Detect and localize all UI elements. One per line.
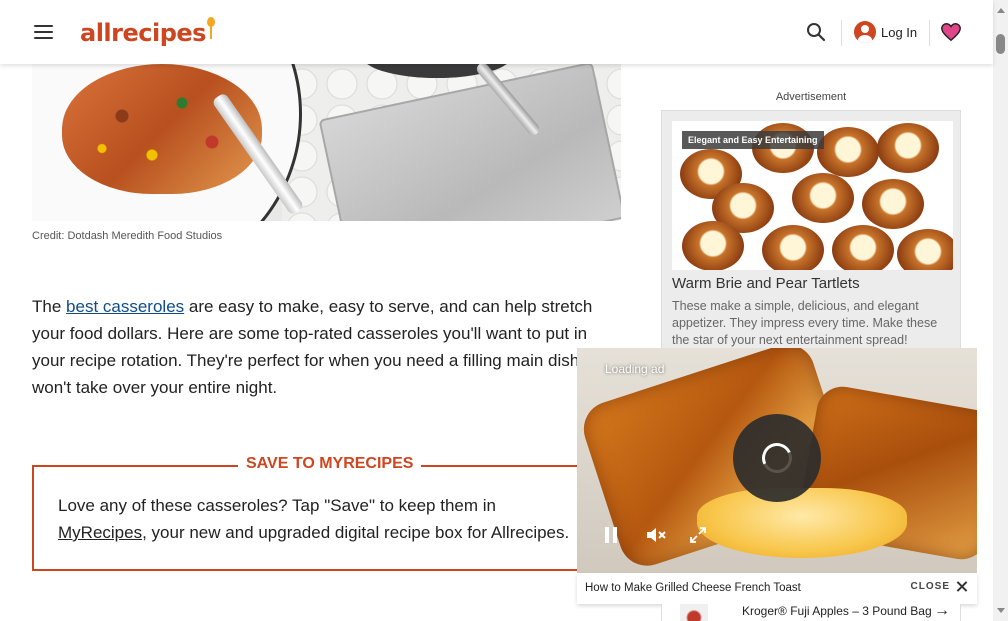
tart xyxy=(817,127,879,177)
scrollbar[interactable] xyxy=(993,0,1008,621)
loading-spinner[interactable] xyxy=(733,414,821,502)
tart xyxy=(862,179,924,229)
tart xyxy=(897,229,953,270)
tart xyxy=(792,173,854,223)
save-text: Love any of these casseroles? Tap "Save"… xyxy=(58,496,496,515)
arrow-right-icon[interactable]: → xyxy=(934,602,950,620)
search-icon[interactable] xyxy=(806,22,826,42)
myrecipes-link[interactable]: MyRecipes xyxy=(58,523,142,542)
scroll-down-icon[interactable] xyxy=(997,608,1005,613)
site-logo[interactable]: allrecipes xyxy=(80,17,215,47)
user-icon xyxy=(854,21,876,43)
product-ad[interactable]: Kroger® Fuji Apples – 3 Pound Bag → xyxy=(661,602,961,621)
scroll-thumb[interactable] xyxy=(996,34,1005,54)
ad-image[interactable]: Elegant and Easy Entertaining xyxy=(672,121,953,270)
login-label: Log In xyxy=(881,24,918,40)
intro-text: The xyxy=(32,297,67,316)
site-header: allrecipes Log In xyxy=(0,0,993,64)
video-player[interactable]: Loading ad xyxy=(577,348,977,573)
save-box-title: SAVE TO MYRECIPES xyxy=(238,455,422,473)
loading-ad-text: Loading ad xyxy=(605,362,665,376)
product-thumbnail xyxy=(680,604,708,621)
save-text: , your new and upgraded digital recipe b… xyxy=(142,523,570,542)
header-divider xyxy=(841,20,842,46)
image-credit: Credit: Dotdash Meredith Food Studios xyxy=(32,230,223,242)
heart-icon[interactable] xyxy=(940,21,962,43)
close-icon xyxy=(956,581,967,592)
video-footer: How to Make Grilled Cheese French Toast … xyxy=(577,573,977,604)
scroll-up-icon[interactable] xyxy=(997,8,1005,13)
melted-cheese xyxy=(697,488,907,558)
login-button[interactable]: Log In xyxy=(854,21,917,43)
tart xyxy=(832,225,894,270)
page: allrecipes Log In Credit: Dotdash Meredi… xyxy=(0,0,1008,621)
close-label: CLOSE xyxy=(910,581,950,592)
logo-text: allrecipes xyxy=(80,19,206,47)
expand-icon[interactable] xyxy=(689,526,707,544)
tart xyxy=(682,221,744,270)
hero-image xyxy=(32,64,621,221)
tart xyxy=(762,225,824,270)
advertisement-label: Advertisement xyxy=(775,91,847,103)
spinner-icon xyxy=(757,438,797,478)
ad-title[interactable]: Warm Brie and Pear Tartlets xyxy=(672,275,860,292)
header-divider xyxy=(929,20,930,46)
ad-description: These make a simple, delicious, and eleg… xyxy=(672,299,938,347)
best-casseroles-link[interactable]: best casseroles xyxy=(66,297,184,316)
product-name: Kroger® Fuji Apples – 3 Pound Bag xyxy=(742,604,932,618)
menu-icon[interactable] xyxy=(34,25,53,39)
close-video-button[interactable]: CLOSE xyxy=(911,581,967,592)
sidebar-ad[interactable]: Elegant and Easy Entertaining Warm Brie … xyxy=(661,110,961,350)
tart xyxy=(877,123,939,173)
ad-tag: Elegant and Easy Entertaining xyxy=(682,131,824,149)
spoon-icon xyxy=(206,17,215,45)
pause-icon[interactable] xyxy=(604,527,618,543)
video-caption: How to Make Grilled Cheese French Toast xyxy=(585,582,801,594)
intro-paragraph: The best casseroles are easy to make, ea… xyxy=(32,293,622,401)
save-box-text: Love any of these casseroles? Tap "Save"… xyxy=(58,492,578,546)
mute-icon[interactable] xyxy=(645,526,667,544)
